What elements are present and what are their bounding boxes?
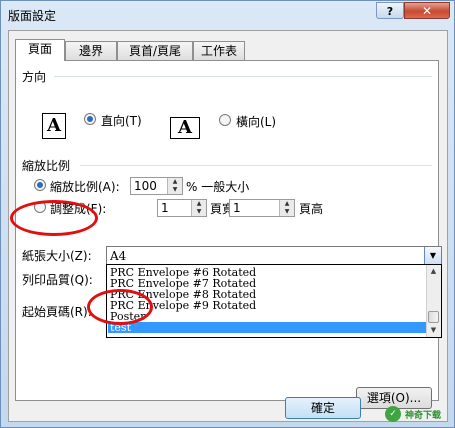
help-button[interactable]: ? (376, 2, 404, 19)
adjust-percent-stepper[interactable]: 100 ▲ ▼ (130, 177, 183, 195)
paper-size-option[interactable]: Poster (108, 311, 428, 322)
chevron-down-icon[interactable]: ▼ (424, 247, 441, 264)
spin-up-icon[interactable]: ▲ (192, 200, 206, 208)
fit-wide-arrows[interactable]: ▲ ▼ (191, 200, 206, 216)
landscape-page-icon: A (170, 117, 200, 139)
tab-sheet[interactable]: 工作表 (193, 41, 245, 60)
spin-up-icon[interactable]: ▲ (280, 200, 294, 208)
portrait-page-icon: A (42, 113, 66, 139)
spin-down-icon[interactable]: ▼ (192, 208, 206, 216)
fit-pages-wide-value[interactable]: 1 (161, 201, 169, 215)
orientation-divider (54, 76, 432, 77)
tab-margins[interactable]: 邊界 (65, 41, 117, 60)
fit-tall-arrows[interactable]: ▲ ▼ (279, 200, 294, 216)
spin-up-icon[interactable]: ▲ (168, 178, 182, 186)
portrait-radio[interactable] (84, 113, 96, 125)
first-page-number-label: 起始頁碼(R): (22, 305, 92, 319)
adjust-to-radio[interactable] (34, 179, 46, 191)
fit-pages-wide-stepper[interactable]: 1 ▲ ▼ (157, 199, 207, 217)
title-bar: 版面設定 ? ✕ (1, 1, 454, 27)
watermark: ✓ 神奇下载 (385, 404, 453, 426)
adjust-to-label[interactable]: 縮放比例(A): (50, 178, 120, 195)
watermark-text: 神奇下载 (405, 411, 442, 421)
paper-size-value[interactable]: A4 (110, 249, 126, 263)
ok-button[interactable]: 確定 (285, 397, 361, 419)
landscape-radio[interactable] (219, 114, 231, 126)
adjust-percent-suffix: % 一般大小 (186, 180, 250, 194)
tab-page[interactable]: 頁面 (15, 39, 65, 61)
tab-header-footer[interactable]: 頁首/頁尾 (117, 41, 193, 60)
scroll-down-icon[interactable]: ▼ (427, 324, 440, 337)
scaling-section-label: 縮放比例 (22, 159, 71, 173)
scroll-up-icon[interactable]: ▲ (427, 265, 440, 278)
spin-down-icon[interactable]: ▼ (280, 208, 294, 216)
annotation-ellipse-test-option (87, 289, 153, 325)
orientation-section-label: 方向 (22, 70, 47, 84)
scrollbar-thumb[interactable] (428, 311, 439, 323)
window-title: 版面設定 (8, 9, 57, 23)
spin-down-icon[interactable]: ▼ (168, 186, 182, 194)
adjust-percent-arrows[interactable]: ▲ ▼ (167, 178, 182, 194)
portrait-label[interactable]: 直向(T) (101, 112, 142, 129)
paper-size-option-selected[interactable]: test (108, 322, 428, 333)
paper-size-label: 紙張大小(Z): (22, 249, 92, 263)
check-logo-icon: ✓ (385, 406, 401, 422)
option-list-scrollbar[interactable]: ▲ ▼ (426, 265, 441, 337)
paper-size-option-list[interactable]: PRC Envelope #6 Rotated PRC Envelope #7 … (106, 264, 442, 338)
fit-pages-tall-value[interactable]: 1 (233, 201, 241, 215)
fit-pages-tall-suffix: 頁高 (299, 202, 324, 216)
paper-size-option[interactable]: PRC Envelope #9 Rotated (108, 300, 428, 311)
annotation-ellipse-paper-size (10, 200, 98, 236)
scaling-divider (80, 165, 432, 166)
fit-pages-tall-stepper[interactable]: 1 ▲ ▼ (229, 199, 295, 217)
paper-size-dropdown[interactable]: A4 ▼ (106, 246, 442, 265)
adjust-percent-value[interactable]: 100 (134, 179, 157, 193)
print-quality-label: 列印品質(Q): (22, 273, 93, 287)
landscape-label[interactable]: 橫向(L) (236, 113, 276, 130)
close-button[interactable]: ✕ (404, 2, 450, 19)
page-setup-dialog: 版面設定 ? ✕ 頁面 邊界 頁首/頁尾 工作表 方向 A 直向(T) A 橫向… (0, 0, 455, 428)
